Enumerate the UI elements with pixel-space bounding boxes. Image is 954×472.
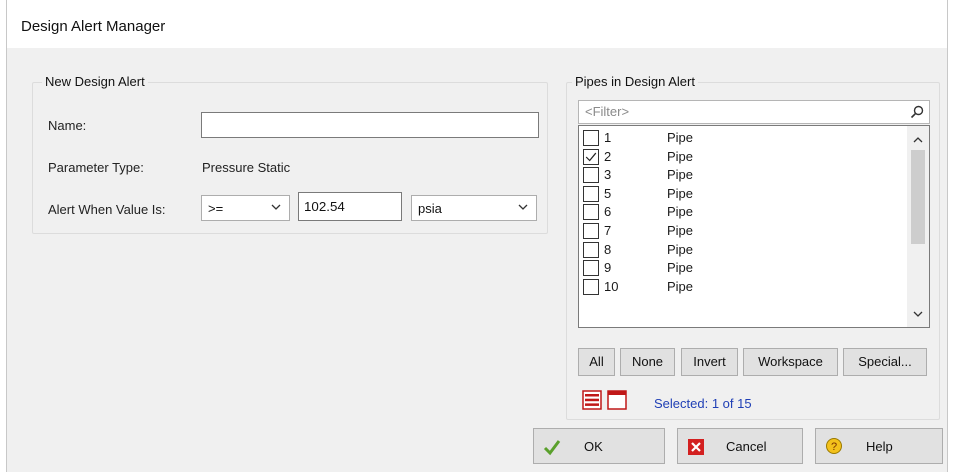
- pipes-group-label: Pipes in Design Alert: [572, 74, 698, 89]
- new-design-alert-group-label: New Design Alert: [42, 74, 148, 89]
- window-title: Design Alert Manager: [21, 18, 166, 35]
- pipes-list[interactable]: 1 Pipe 2 Pipe 3 Pipe 5 Pipe 6 Pipe 7 Pipe 8 Pipe 9 Pipe…: [578, 125, 930, 328]
- scrollbar-thumb[interactable]: [911, 150, 925, 244]
- filter-placeholder: <Filter>: [585, 104, 630, 119]
- checkbox[interactable]: [583, 278, 599, 295]
- pipe-type: Pipe: [667, 185, 694, 201]
- pipe-number: 2: [604, 148, 612, 164]
- checkbox[interactable]: [583, 260, 599, 277]
- close-icon: [688, 439, 704, 455]
- cancel-button[interactable]: Cancel: [677, 428, 803, 464]
- pipe-number: 8: [604, 241, 612, 257]
- all-button[interactable]: All: [578, 348, 615, 376]
- window-view-icon[interactable]: [607, 390, 627, 410]
- list-item[interactable]: 7 Pipe: [579, 222, 907, 240]
- pipe-type: Pipe: [667, 223, 694, 238]
- pipe-type: Pipe: [667, 278, 694, 294]
- unit-select-value: psia: [418, 201, 442, 216]
- selected-count: Selected: 1 of 15: [654, 396, 752, 411]
- pipe-number: 6: [604, 204, 612, 220]
- list-item[interactable]: 8 Pipe: [579, 241, 907, 259]
- pipe-number: 9: [604, 260, 612, 276]
- pipe-type: Pipe: [667, 130, 694, 145]
- chevron-up-icon[interactable]: [912, 134, 924, 146]
- list-item[interactable]: 10 Pipe: [579, 278, 907, 296]
- pipe-type: Pipe: [667, 260, 694, 276]
- help-icon: ?: [826, 438, 842, 454]
- parameter-type-label: Parameter Type:: [48, 160, 144, 175]
- checkmark-icon: [585, 152, 597, 162]
- value-input[interactable]: [298, 192, 402, 221]
- parameter-type-value: Pressure Static: [202, 160, 291, 175]
- name-input[interactable]: [201, 112, 539, 138]
- checkbox[interactable]: [583, 241, 599, 258]
- pipe-type: Pipe: [667, 241, 694, 257]
- help-button[interactable]: ? Help: [815, 428, 943, 464]
- list-item[interactable]: 2 Pipe: [579, 148, 907, 166]
- name-label: Name:: [48, 118, 87, 133]
- search-icon[interactable]: [909, 104, 925, 120]
- ok-button-label: OK: [584, 439, 603, 454]
- checkmark-icon: [543, 440, 561, 456]
- alert-when-label: Alert When Value Is:: [48, 202, 166, 217]
- pipe-type: Pipe: [667, 148, 694, 164]
- ok-button[interactable]: OK: [533, 428, 665, 464]
- list-item[interactable]: 6 Pipe: [579, 203, 907, 221]
- workspace-button[interactable]: Workspace: [743, 348, 838, 376]
- special-button[interactable]: Special...: [843, 348, 927, 376]
- chevron-down-icon: [518, 204, 528, 210]
- chevron-down-icon[interactable]: [912, 308, 924, 320]
- list-item[interactable]: 9 Pipe: [579, 259, 907, 277]
- help-button-label: Help: [866, 439, 893, 454]
- unit-select[interactable]: psia: [411, 195, 537, 221]
- checkbox-checked[interactable]: [583, 148, 599, 165]
- checkbox[interactable]: [583, 204, 599, 221]
- list-item[interactable]: 5 Pipe: [579, 185, 907, 203]
- pipe-type: Pipe: [667, 204, 694, 220]
- filter-input[interactable]: <Filter>: [578, 100, 930, 124]
- checkbox[interactable]: [583, 167, 599, 184]
- operator-select-value: >=: [208, 201, 224, 216]
- pipe-number: 7: [604, 223, 612, 238]
- pipe-type: Pipe: [667, 167, 694, 183]
- list-item[interactable]: 3 Pipe: [579, 166, 907, 184]
- operator-select[interactable]: >=: [201, 195, 290, 221]
- none-button[interactable]: None: [620, 348, 675, 376]
- checkbox[interactable]: [583, 185, 599, 202]
- list-item[interactable]: 1 Pipe: [579, 129, 907, 147]
- checkbox[interactable]: [583, 130, 599, 146]
- cancel-button-label: Cancel: [726, 439, 767, 454]
- pipe-number: 5: [604, 185, 612, 201]
- chevron-down-icon: [271, 204, 281, 210]
- title-bar[interactable]: Design Alert Manager: [7, 0, 947, 48]
- pipe-number: 10: [604, 278, 619, 294]
- svg-text:?: ?: [831, 441, 837, 453]
- pipe-number: 3: [604, 167, 612, 183]
- checkbox[interactable]: [583, 223, 599, 239]
- list-view-icon[interactable]: [582, 390, 602, 410]
- list-scrollbar[interactable]: [907, 126, 929, 327]
- invert-button[interactable]: Invert: [681, 348, 738, 376]
- pipe-number: 1: [604, 130, 612, 145]
